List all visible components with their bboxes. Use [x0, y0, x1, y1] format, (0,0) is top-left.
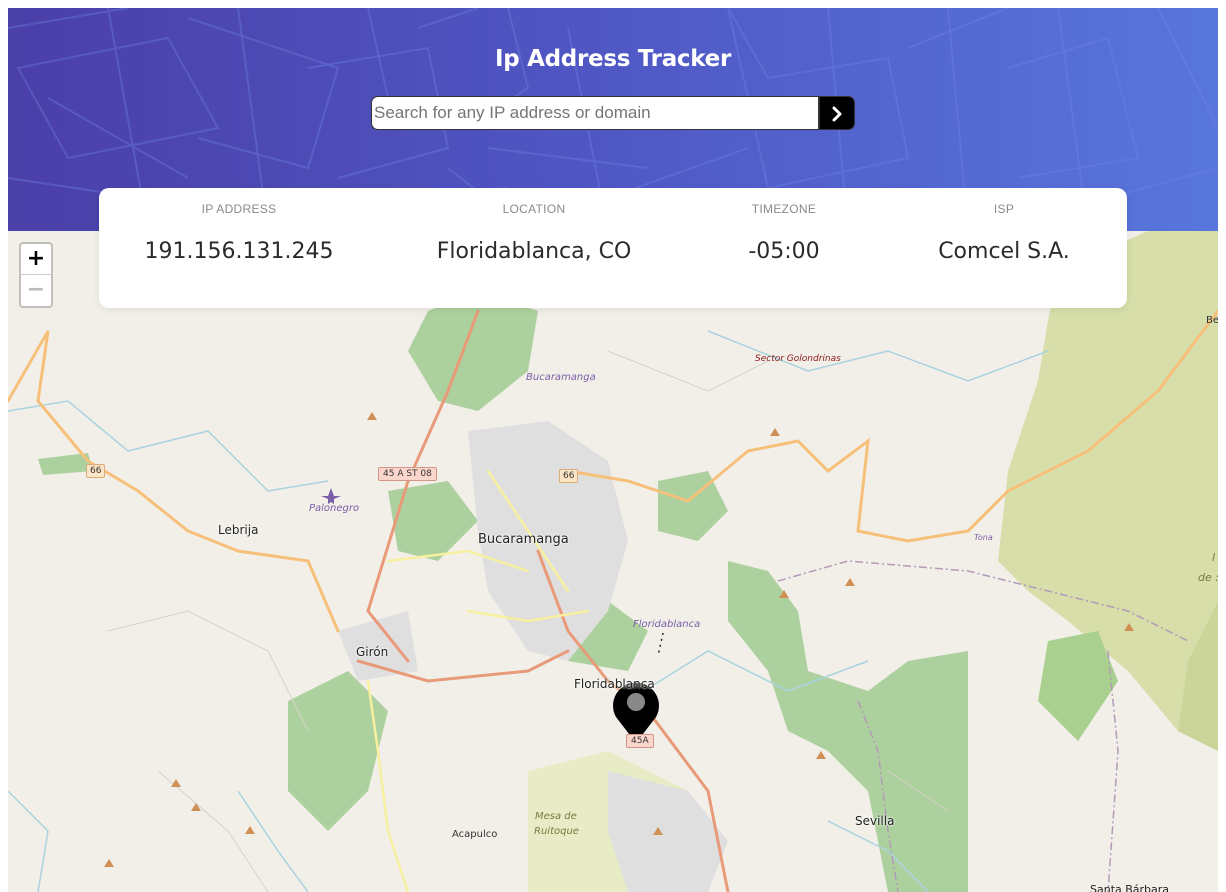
map-label-r: l — [1212, 551, 1216, 564]
cable-line — [657, 632, 664, 657]
map-label-ruitoque: Ruitoque — [534, 826, 579, 837]
map-label-mesa: Mesa de — [535, 811, 577, 822]
zoom-in-button[interactable]: + — [21, 244, 51, 275]
map-label-lebrija: Lebrija — [218, 523, 259, 537]
isp-label: ISP — [993, 202, 1015, 216]
zoom-out-button[interactable]: − — [21, 275, 51, 306]
road-shield-45ast08: 45 A ST 08 — [378, 467, 437, 481]
map-tiles — [8, 231, 1218, 892]
ip-info-card: IP ADDRESS 191.156.131.245 LOCATION Flor… — [99, 188, 1127, 308]
location-value: Floridablanca, CO — [436, 239, 632, 264]
map-label-de: de : — [1198, 571, 1218, 584]
ip-address-value: 191.156.131.245 — [144, 239, 334, 264]
forest-area — [388, 481, 478, 561]
ip-address-cell: IP ADDRESS 191.156.131.245 — [99, 188, 379, 308]
forest-area — [408, 291, 538, 411]
search-form — [371, 96, 855, 130]
map-label-acapulco: Acapulco — [452, 829, 498, 840]
search-button[interactable] — [819, 96, 855, 130]
map-label-santa-barbara: Santa Bárbara — [1090, 883, 1170, 892]
map-label-floridablanca: Floridablanca — [574, 677, 655, 691]
location-cell: LOCATION Floridablanca, CO — [409, 188, 659, 308]
map-label-golondrinas: Sector Golondrinas — [755, 354, 841, 364]
map-label-floridablanca-area: Floridablanca — [633, 619, 701, 630]
chevron-right-icon — [832, 106, 842, 122]
urban-area — [608, 771, 728, 892]
app-frame: Ip Address Tracker IP ADDRESS 191.156.13… — [8, 8, 1218, 892]
isp-value: Comcel S.A. — [938, 239, 1070, 264]
road-shield-66-west: 66 — [86, 464, 106, 478]
map-label-sevilla: Sevilla — [855, 814, 895, 828]
road-shield-66-east: 66 — [559, 469, 579, 483]
search-input[interactable] — [371, 96, 819, 130]
map-label-be: Be — [1206, 315, 1218, 326]
airport-icon — [321, 488, 341, 504]
map-label-bucaramanga: Bucaramanga — [478, 532, 569, 547]
forest-area — [728, 561, 968, 892]
timezone-cell: TIMEZONE -05:00 — [684, 188, 884, 308]
map-view[interactable]: Bucaramanga Bucaramanga Floridablanca Fl… — [8, 231, 1218, 892]
road-shield-45a: 45A — [626, 734, 654, 748]
timezone-label: TIMEZONE — [751, 202, 817, 216]
map-label-bucaramanga-area: Bucaramanga — [526, 372, 596, 383]
forest-area — [288, 671, 388, 831]
timezone-value: -05:00 — [748, 239, 820, 264]
zoom-control: + − — [19, 242, 53, 308]
map-label-giron: Girón — [356, 645, 389, 659]
page-title: Ip Address Tracker — [495, 46, 731, 72]
ip-address-label: IP ADDRESS — [201, 202, 277, 216]
forest-area — [658, 471, 728, 541]
map-label-palonegro: Palonegro — [309, 503, 360, 514]
map-label-tona: Tona — [974, 533, 993, 542]
isp-cell: ISP Comcel S.A. — [904, 188, 1104, 308]
location-label: LOCATION — [502, 202, 566, 216]
